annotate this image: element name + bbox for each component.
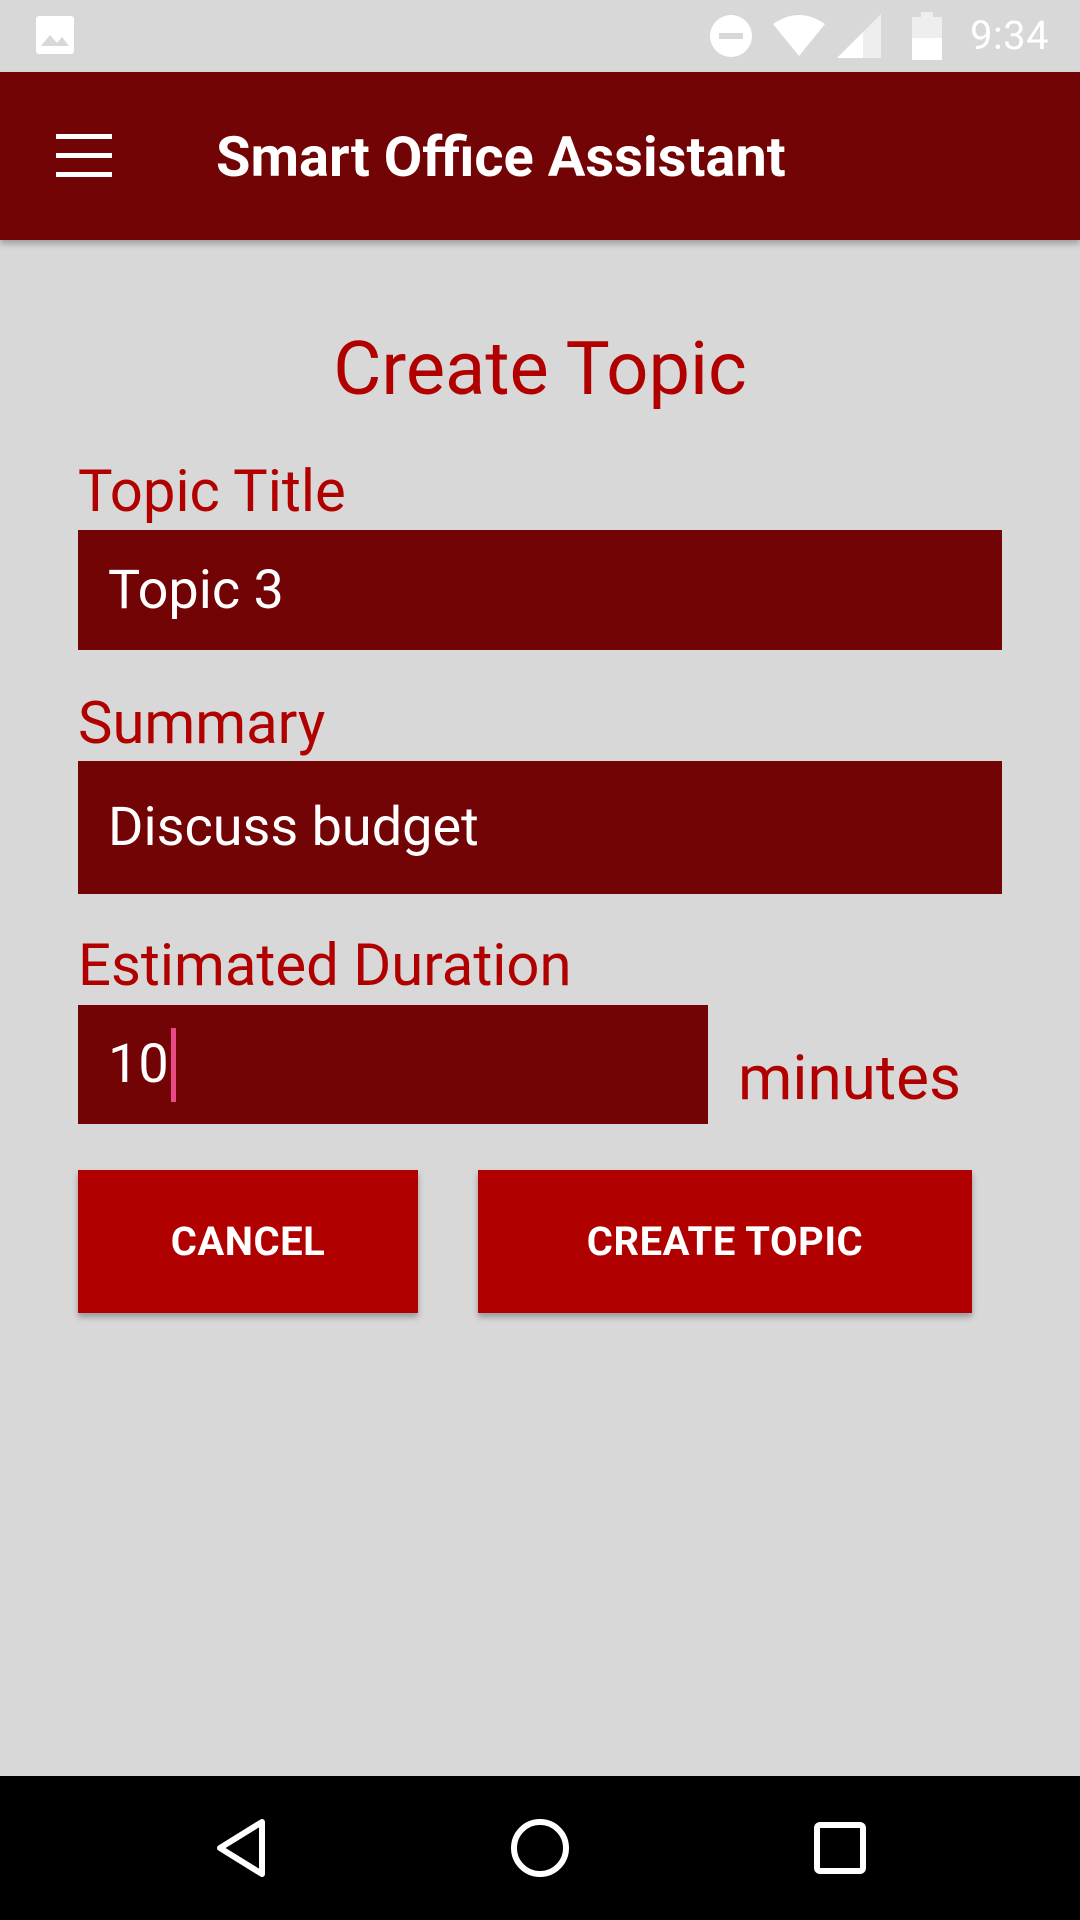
home-icon[interactable] (500, 1812, 580, 1884)
back-icon[interactable] (200, 1812, 280, 1884)
navigation-bar (0, 1776, 1080, 1920)
recents-icon[interactable] (800, 1812, 880, 1884)
app-bar: Smart Office Assistant (0, 72, 1080, 240)
status-bar: 9:34 (0, 0, 1080, 72)
app-title: Smart Office Assistant (216, 124, 786, 190)
hamburger-menu-icon[interactable] (56, 134, 112, 178)
wifi-icon (773, 15, 825, 56)
duration-value: 10 (108, 1033, 169, 1096)
clock-time: 9:34 (970, 12, 1050, 59)
topic-title-value: Topic 3 (108, 558, 284, 622)
page-title: Create Topic (333, 326, 747, 413)
cancel-button[interactable]: CANCEL (78, 1170, 418, 1313)
do-not-disturb-icon (710, 15, 752, 57)
text-cursor (170, 1027, 176, 1102)
duration-input[interactable]: 10 (78, 1005, 708, 1124)
topic-title-input[interactable]: Topic 3 (78, 530, 1002, 650)
signal-icon (837, 14, 881, 58)
duration-unit: minutes (738, 1042, 962, 1115)
summary-label: Summary (78, 690, 326, 758)
create-topic-button[interactable]: CREATE TOPIC (478, 1170, 972, 1313)
gallery-icon (36, 16, 74, 54)
duration-label: Estimated Duration (78, 932, 572, 1000)
summary-input[interactable]: Discuss budget (78, 761, 1002, 894)
topic-title-label: Topic Title (78, 458, 346, 526)
battery-icon (912, 12, 942, 60)
summary-value: Discuss budget (108, 796, 479, 859)
